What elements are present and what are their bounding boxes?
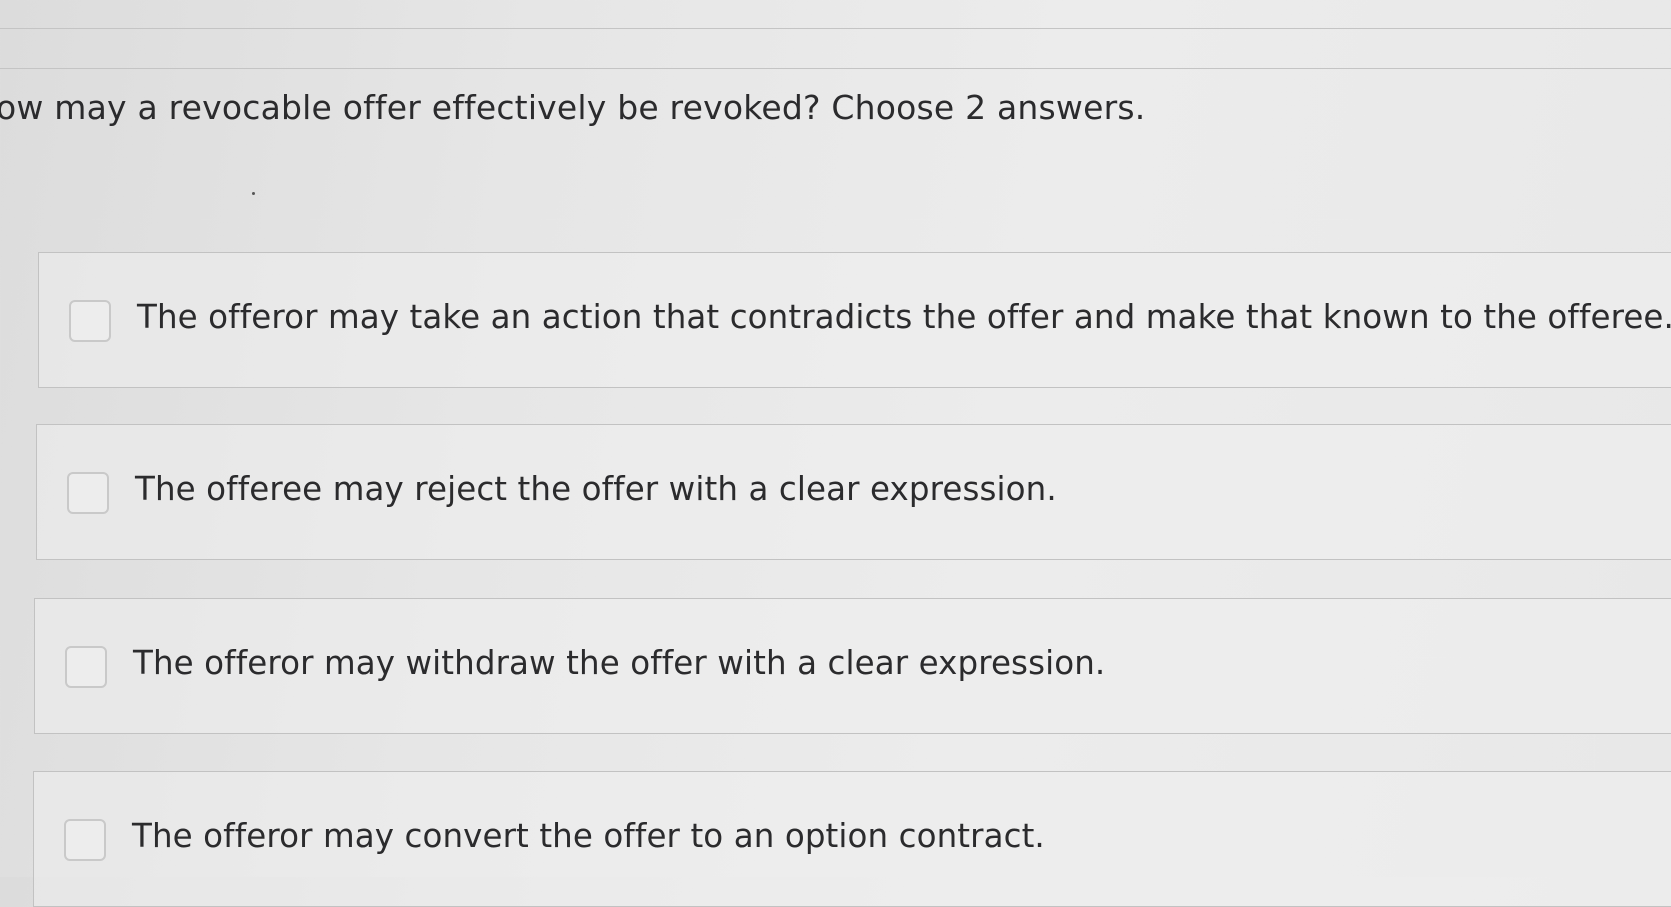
question-text: ow may a revocable offer effectively be … — [0, 88, 1146, 127]
answer-option-1[interactable]: The offeror may take an action that cont… — [38, 252, 1671, 388]
answer-option-2[interactable]: The offeree may reject the offer with a … — [36, 424, 1671, 560]
header-divider — [0, 68, 1671, 69]
answer-option-label: The offeree may reject the offer with a … — [135, 470, 1057, 508]
answer-option-4[interactable]: The offeror may convert the offer to an … — [33, 771, 1671, 907]
checkbox-1[interactable] — [69, 300, 111, 342]
answer-option-label: The offeror may take an action that cont… — [137, 298, 1671, 336]
answer-option-label: The offeror may convert the offer to an … — [132, 817, 1045, 855]
checkbox-2[interactable] — [67, 472, 109, 514]
top-divider — [0, 28, 1671, 29]
answer-option-label: The offeror may withdraw the offer with … — [133, 644, 1106, 682]
answer-option-3[interactable]: The offeror may withdraw the offer with … — [34, 598, 1671, 734]
checkbox-4[interactable] — [64, 819, 106, 861]
screen-speck — [252, 192, 255, 195]
checkbox-3[interactable] — [65, 646, 107, 688]
